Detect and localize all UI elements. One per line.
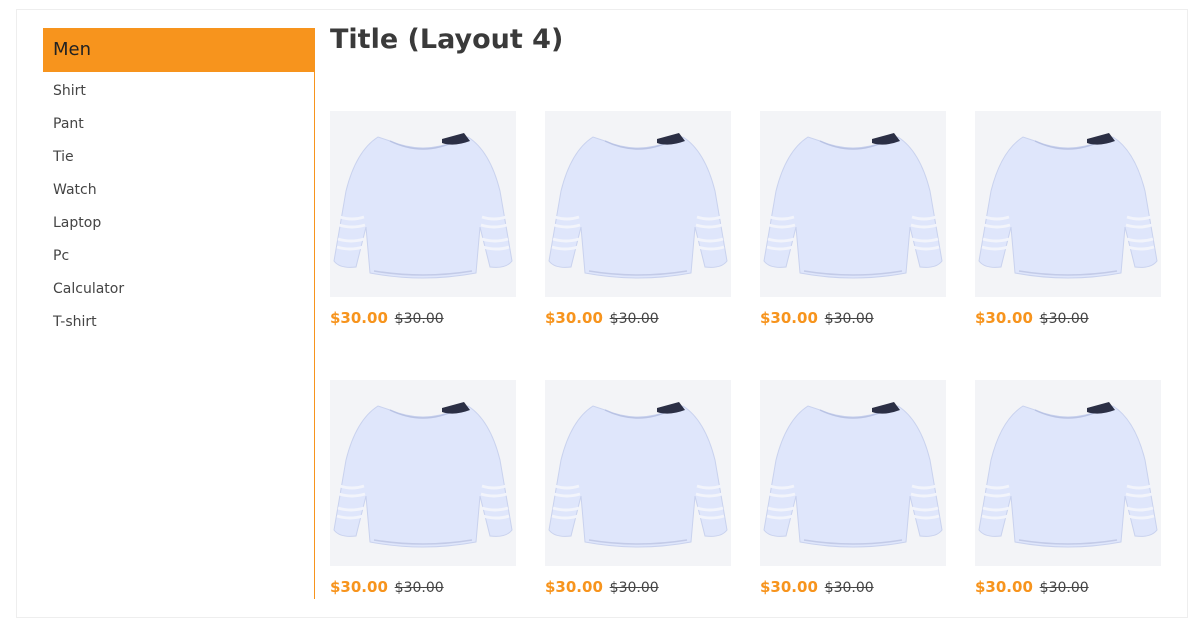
original-price: $30.00	[609, 311, 659, 327]
original-price: $30.00	[1039, 311, 1089, 327]
blouse-icon	[333, 402, 513, 548]
product-image[interactable]	[975, 111, 1161, 297]
sidebar-item-t-shirt[interactable]: T-shirt	[43, 311, 314, 344]
product-card: $30.00 $30.00	[545, 380, 731, 610]
sidebar-item-pc[interactable]: Pc	[43, 245, 314, 278]
original-price: $30.00	[609, 580, 659, 596]
product-image[interactable]	[975, 380, 1161, 566]
price-row: $30.00 $30.00	[545, 309, 731, 327]
sale-price: $30.00	[330, 578, 388, 596]
price-row: $30.00 $30.00	[760, 578, 946, 596]
sale-price: $30.00	[545, 578, 603, 596]
original-price: $30.00	[824, 580, 874, 596]
sidebar-item-tie[interactable]: Tie	[43, 146, 314, 179]
original-price: $30.00	[824, 311, 874, 327]
sale-price: $30.00	[760, 578, 818, 596]
sidebar-item-watch[interactable]: Watch	[43, 179, 314, 212]
sidebar-item-laptop[interactable]: Laptop	[43, 212, 314, 245]
sidebar-item-calculator[interactable]: Calculator	[43, 278, 314, 311]
product-image[interactable]	[545, 380, 731, 566]
price-row: $30.00 $30.00	[760, 309, 946, 327]
original-price: $30.00	[394, 580, 444, 596]
product-card: $30.00 $30.00	[330, 111, 516, 341]
product-image[interactable]	[760, 111, 946, 297]
product-card: $30.00 $30.00	[975, 111, 1161, 341]
sidebar-item-shirt[interactable]: Shirt	[43, 80, 314, 113]
sale-price: $30.00	[975, 309, 1033, 327]
product-card: $30.00 $30.00	[760, 380, 946, 610]
price-row: $30.00 $30.00	[975, 578, 1161, 596]
sale-price: $30.00	[545, 309, 603, 327]
product-image[interactable]	[330, 380, 516, 566]
product-card: $30.00 $30.00	[545, 111, 731, 341]
product-card: $30.00 $30.00	[760, 111, 946, 341]
sale-price: $30.00	[975, 578, 1033, 596]
sale-price: $30.00	[760, 309, 818, 327]
sale-price: $30.00	[330, 309, 388, 327]
category-sidebar: Men Shirt Pant Tie Watch Laptop Pc Calcu…	[43, 28, 315, 599]
product-image[interactable]	[330, 111, 516, 297]
blouse-icon	[548, 133, 728, 279]
category-header: Men	[43, 28, 314, 72]
blouse-icon	[978, 402, 1158, 548]
product-image[interactable]	[545, 111, 731, 297]
original-price: $30.00	[1039, 580, 1089, 596]
page-title: Title (Layout 4)	[330, 24, 564, 55]
blouse-icon	[548, 402, 728, 548]
original-price: $30.00	[394, 311, 444, 327]
product-image[interactable]	[760, 380, 946, 566]
blouse-icon	[978, 133, 1158, 279]
product-card: $30.00 $30.00	[975, 380, 1161, 610]
price-row: $30.00 $30.00	[330, 309, 516, 327]
blouse-icon	[763, 133, 943, 279]
product-card: $30.00 $30.00	[330, 380, 516, 610]
blouse-icon	[763, 402, 943, 548]
price-row: $30.00 $30.00	[545, 578, 731, 596]
price-row: $30.00 $30.00	[975, 309, 1161, 327]
blouse-icon	[333, 133, 513, 279]
sidebar-item-pant[interactable]: Pant	[43, 113, 314, 146]
price-row: $30.00 $30.00	[330, 578, 516, 596]
category-list: Shirt Pant Tie Watch Laptop Pc Calculato…	[43, 80, 314, 344]
